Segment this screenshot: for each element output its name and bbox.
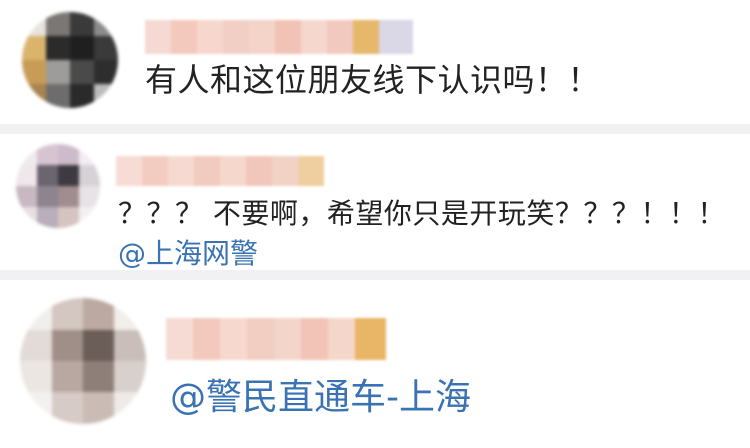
comment-item: @警民直通车-上海 bbox=[0, 280, 750, 448]
mention-link[interactable]: @警民直通车-上海 bbox=[170, 376, 471, 420]
comment-text: 有人和这位朋友线下认识吗！！ bbox=[145, 61, 601, 99]
username-blurred[interactable] bbox=[145, 20, 413, 54]
avatar-icon[interactable] bbox=[20, 298, 146, 424]
comment-divider bbox=[0, 124, 750, 134]
comment-item: ？？？ 不要啊，希望你只是开玩笑？？？！！！ @上海网警 bbox=[0, 134, 750, 270]
username-blurred[interactable] bbox=[166, 318, 386, 360]
comment-text: ？？？ 不要啊，希望你只是开玩笑？？？！！！ bbox=[118, 197, 726, 230]
comment-divider bbox=[0, 270, 750, 280]
comment-item: 有人和这位朋友线下认识吗！！ bbox=[0, 0, 750, 124]
username-blurred[interactable] bbox=[116, 156, 324, 186]
avatar-icon[interactable] bbox=[16, 144, 100, 228]
avatar-icon[interactable] bbox=[22, 12, 118, 108]
mention-link[interactable]: @上海网警 bbox=[118, 236, 258, 272]
